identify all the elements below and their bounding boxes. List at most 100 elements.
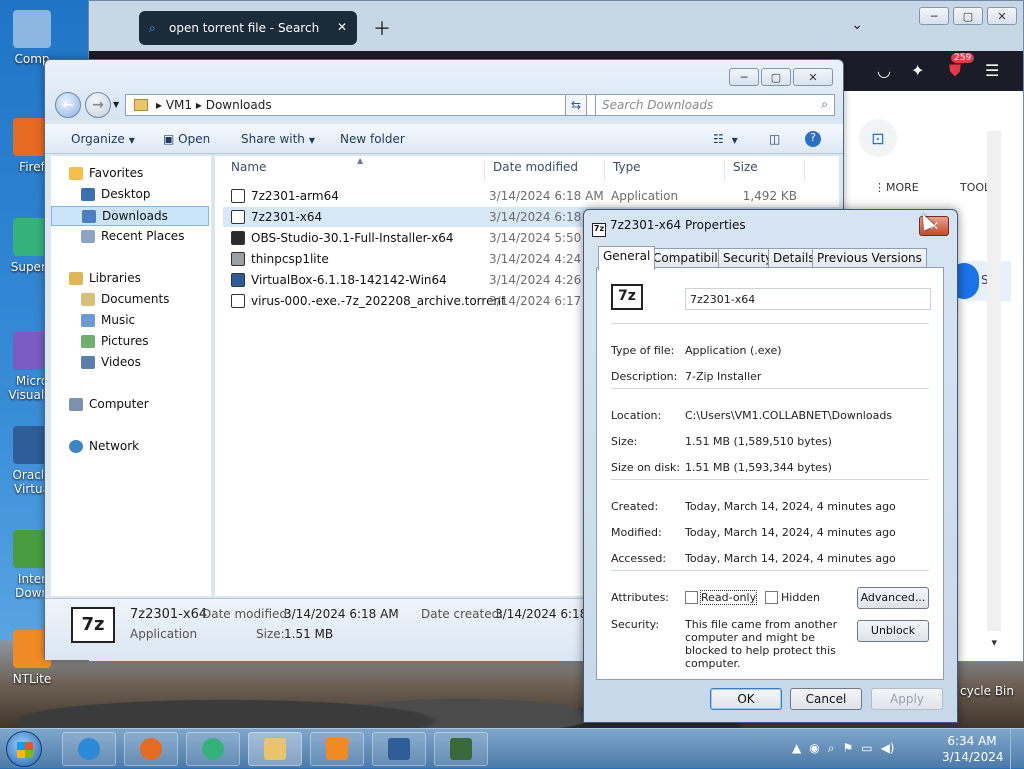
nav-downloads[interactable]: Downloads: [51, 206, 209, 226]
filename-input[interactable]: 7z2301-x64: [685, 288, 931, 310]
network-tray-icon[interactable]: ◉: [809, 741, 819, 756]
close-tab-icon[interactable]: ✕: [337, 20, 347, 34]
scroll-down-arrow-icon[interactable]: ▾: [991, 636, 997, 649]
hidden-label[interactable]: Hidden: [781, 591, 820, 604]
taskbar-firefox[interactable]: [124, 732, 178, 766]
taskbar-media-player[interactable]: [310, 732, 364, 766]
breadcrumb-downloads[interactable]: Downloads: [206, 98, 272, 112]
organize-label: Organize: [71, 132, 125, 146]
display-tray-icon[interactable]: ▭: [861, 741, 872, 756]
properties-title: 7z 7z2301-x64 Properties: [592, 218, 746, 237]
address-bar[interactable]: ▸ VM1 ▸ Downloads ▼: [125, 94, 607, 116]
explorer-titlebar: ─ ▢ ✕ ← → ▼ ▸ VM1 ▸ Downloads ▼ ⇆ Search…: [45, 60, 843, 120]
nav-network[interactable]: Network: [51, 437, 209, 457]
pocket-icon[interactable]: ◡: [877, 61, 891, 80]
ublock-icon[interactable]: ⛊: [949, 61, 961, 81]
explorer-minimize-button[interactable]: ─: [729, 68, 759, 86]
file-icon: [231, 252, 245, 266]
tab-general[interactable]: General: [598, 246, 656, 270]
details-date-created-label: Date created:: [421, 607, 504, 621]
nav-desktop[interactable]: Desktop: [51, 185, 209, 205]
apply-button[interactable]: Apply: [871, 688, 943, 710]
help-icon[interactable]: ?: [805, 131, 821, 147]
taskbar-supernova[interactable]: [186, 732, 240, 766]
camera-search-icon[interactable]: ⊡: [859, 119, 897, 157]
clock[interactable]: 6:34 AM 3/14/2024: [942, 733, 1004, 765]
organize-button[interactable]: Organize ▼: [71, 132, 135, 146]
7zip-app-icon: 7z: [71, 607, 115, 643]
share-with-button[interactable]: Share with ▼: [241, 132, 315, 146]
pictures-icon: [81, 335, 95, 348]
taskbar-explorer[interactable]: [248, 732, 302, 766]
type-label: Type of file:: [611, 344, 675, 357]
breadcrumb-vm1[interactable]: VM1: [166, 98, 192, 112]
ok-button[interactable]: OK: [710, 688, 782, 710]
back-button[interactable]: ←: [55, 92, 81, 118]
browser-scrollbar[interactable]: [987, 131, 1001, 631]
view-options-icon[interactable]: ☷ ▼: [713, 132, 738, 146]
search-tray-icon[interactable]: ⌕: [828, 741, 835, 756]
menu-icon[interactable]: ☰: [985, 61, 999, 80]
browser-minimize-button[interactable]: ─: [919, 7, 949, 25]
sort-ascending-icon: ▲: [357, 156, 364, 165]
column-date-modified[interactable]: Date modified: [485, 160, 605, 182]
taskbar-internet-explorer[interactable]: [62, 732, 116, 766]
browser-close-button[interactable]: ✕: [987, 7, 1017, 25]
tab-previous-versions[interactable]: Previous Versions: [812, 248, 927, 268]
more-link[interactable]: MORE: [886, 181, 919, 194]
nav-favorites[interactable]: Favorites: [51, 164, 209, 184]
recent-pages-chevron-icon[interactable]: ▼: [113, 100, 119, 109]
volume-icon[interactable]: ◀): [881, 741, 895, 756]
folder-icon: [264, 738, 286, 760]
nav-music[interactable]: Music: [51, 311, 209, 331]
tray-expand-icon[interactable]: ▲: [792, 741, 801, 756]
properties-dialog[interactable]: 7z 7z2301-x64 Properties ✕ General Compat…: [583, 209, 958, 723]
nav-computer[interactable]: Computer: [51, 395, 209, 415]
apply-label: Apply: [890, 692, 924, 706]
nav-pictures[interactable]: Pictures: [51, 332, 209, 352]
advanced-label: Advanced...: [860, 591, 926, 604]
recycle-bin-label[interactable]: cycle Bin: [960, 684, 1014, 698]
cancel-button[interactable]: Cancel: [790, 688, 862, 710]
breadcrumb: ▸ VM1 ▸ Downloads: [156, 98, 272, 112]
explorer-close-button[interactable]: ✕: [793, 68, 833, 86]
browser-tab[interactable]: ⌕ open torrent file - Search ✕: [139, 11, 357, 45]
tab-list-chevron-icon[interactable]: ⌄: [851, 17, 863, 33]
taskbar-virtualbox[interactable]: [372, 732, 426, 766]
nav-recent-places[interactable]: Recent Places: [51, 227, 209, 247]
readonly-checkbox[interactable]: [685, 591, 698, 604]
new-folder-label: New folder: [340, 132, 405, 146]
new-tab-button[interactable]: ＋: [373, 15, 391, 41]
column-name[interactable]: ▲ Name: [223, 156, 485, 182]
forward-button[interactable]: →: [85, 92, 111, 118]
nav-videos[interactable]: Videos: [51, 353, 209, 373]
open-button[interactable]: ▣ Open: [163, 132, 210, 146]
readonly-label[interactable]: Read-only: [699, 590, 758, 605]
start-button[interactable]: [6, 731, 42, 767]
file-icon: [231, 294, 245, 308]
explorer-maximize-button[interactable]: ▢: [761, 68, 791, 86]
system-tray: ▲ ◉ ⌕ ⚑ ▭ ◀): [792, 741, 894, 756]
column-type[interactable]: Type: [605, 160, 725, 182]
show-desktop-button[interactable]: [1010, 729, 1024, 769]
hidden-checkbox[interactable]: [765, 591, 778, 604]
column-name-label: Name: [231, 160, 267, 174]
preview-pane-icon[interactable]: ◫: [769, 132, 780, 146]
unblock-button[interactable]: Unblock: [857, 620, 929, 642]
clock-date: 3/14/2024: [942, 750, 1004, 764]
search-input[interactable]: Search Downloads ⌕: [595, 94, 835, 116]
taskbar-task-manager[interactable]: [434, 732, 488, 766]
new-folder-button[interactable]: New folder: [340, 132, 405, 146]
browser-maximize-button[interactable]: ▢: [953, 7, 983, 25]
extensions-icon[interactable]: ✦: [911, 61, 924, 80]
refresh-button[interactable]: ⇆: [565, 94, 587, 116]
nav-libraries[interactable]: Libraries: [51, 269, 209, 289]
advanced-button[interactable]: Advanced...: [857, 587, 929, 609]
flag-tray-icon[interactable]: ⚑: [842, 741, 853, 756]
nav-documents[interactable]: Documents: [51, 290, 209, 310]
desktop-icon-item[interactable]: Comp: [0, 10, 64, 66]
file-row[interactable]: 7z2301-arm64 3/14/2024 6:18 AM Application…: [223, 186, 843, 206]
column-size[interactable]: Size: [725, 160, 805, 182]
ok-label: OK: [737, 692, 755, 706]
command-bar: Organize ▼ ▣ Open Share with ▼ New folder …: [45, 124, 843, 154]
